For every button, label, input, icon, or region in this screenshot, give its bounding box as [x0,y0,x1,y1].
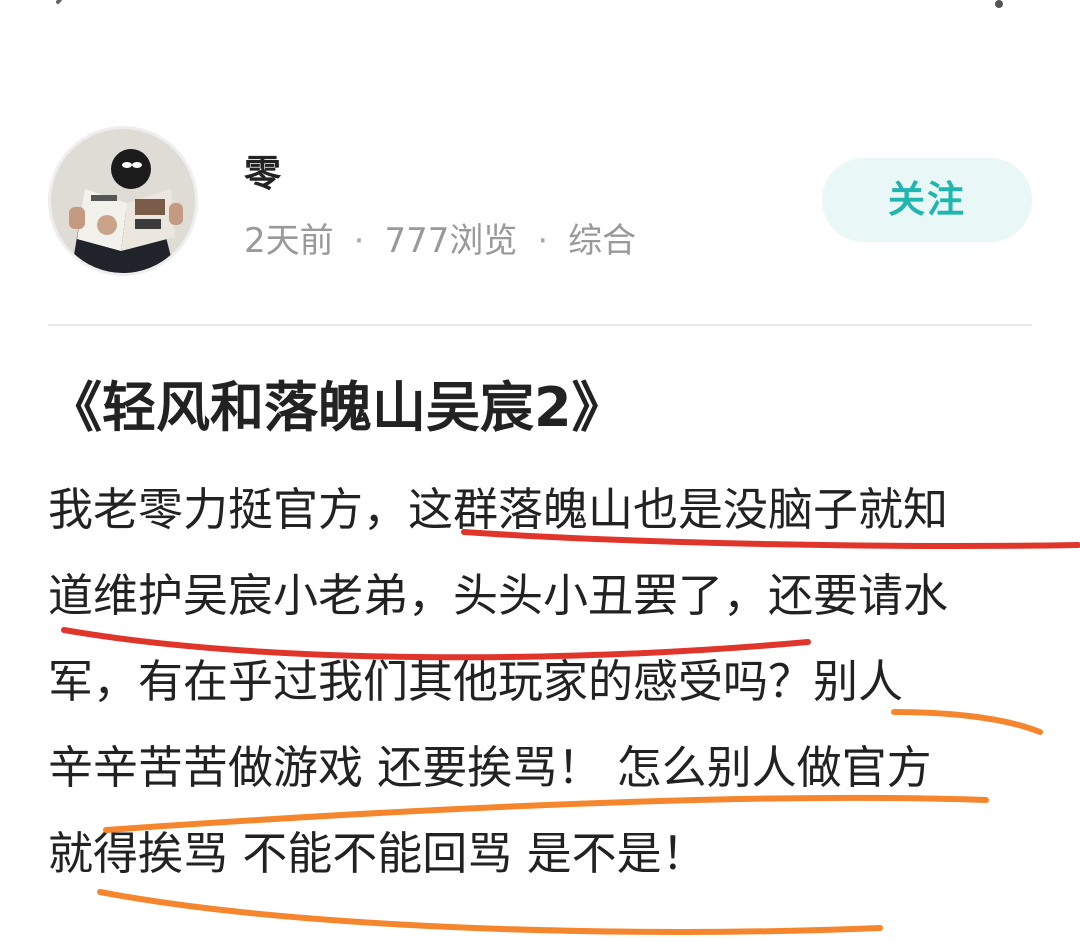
author-name[interactable]: 零 [244,150,281,198]
divider [48,324,1032,326]
view-count: 777浏览 [384,221,518,261]
body-line: 就得挨骂 不能不能回骂 是不是！ [48,827,707,880]
top-bar [0,0,1080,40]
body-line: 我老零力挺官方，这群落魄山也是没脑子就知 [48,483,949,536]
body-line: 军，有在乎过我们其他玩家的感受吗？别人 [48,655,904,708]
post-category[interactable]: 综合 [568,221,636,261]
meta-separator: · [537,221,549,261]
meta-separator: · [353,221,365,261]
follow-button[interactable]: 关注 [822,158,1032,242]
body-line: 辛辛苦苦做游戏 还要挨骂！ 怎么别人做官方 [48,741,932,794]
chevron-left-icon[interactable] [44,0,84,22]
post-title: 《轻风和落魄山吴宸2》 [48,376,626,439]
post-time: 2天前 [244,221,334,261]
body-line: 道维护吴宸小老弟，头头小丑罢了，还要请水 [48,569,949,622]
post-body: 我老零力挺官方，这群落魄山也是没脑子就知 道维护吴宸小老弟，头头小丑罢了，还要请… [48,470,1048,900]
more-dots-icon[interactable] [984,0,1014,14]
avatar-photo [51,129,195,273]
post-meta: 2天前 · 777浏览 · 综合 [244,216,636,266]
avatar[interactable] [48,126,198,276]
